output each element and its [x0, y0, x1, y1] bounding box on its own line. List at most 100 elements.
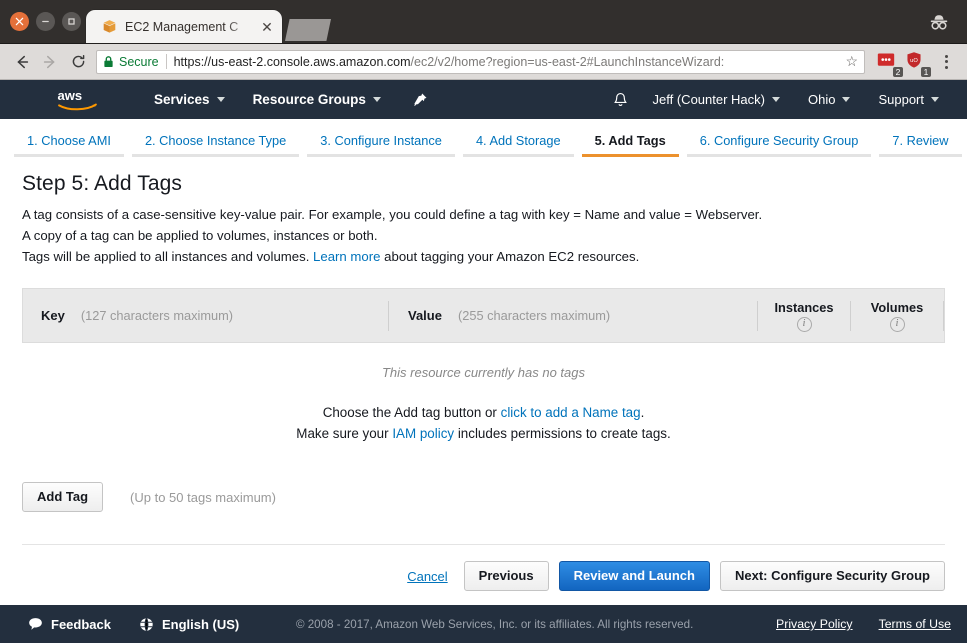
aws-footer: Feedback English (US) © 2008 - 2017, Ama…	[0, 605, 967, 643]
key-label: Key	[41, 308, 65, 323]
key-hint: (127 characters maximum)	[80, 308, 234, 323]
address-bar[interactable]: Secure https://us-east-2.console.aws.ama…	[96, 49, 865, 74]
title-bar: EC2 Management C ✕	[0, 0, 967, 44]
copyright-text: © 2008 - 2017, Amazon Web Services, Inc.…	[295, 617, 694, 631]
secure-label: Secure	[119, 54, 159, 69]
value-column-header: Value (255 characters maximum)	[389, 308, 757, 323]
step-4-add-storage[interactable]: 4. Add Storage	[462, 127, 574, 157]
chevron-down-icon	[771, 97, 780, 102]
volumes-label: Volumes	[870, 299, 924, 315]
next-configure-security-group-button[interactable]: Next: Configure Security Group	[719, 561, 945, 591]
cancel-button[interactable]: Cancel	[407, 569, 447, 584]
empty-instruction-line-1: Choose the Add tag button or click to ad…	[22, 402, 945, 423]
kebab-menu-icon[interactable]	[935, 50, 957, 74]
tab-title: EC2 Management C	[125, 19, 239, 34]
add-tag-row: Add Tag (Up to 50 tags maximum)	[22, 482, 945, 512]
description-line-3: Tags will be applied to all instances an…	[22, 246, 945, 267]
empty-instruction-line-2: Make sure your IAM policy includes permi…	[22, 423, 945, 444]
review-and-launch-button[interactable]: Review and Launch	[558, 561, 710, 591]
maximize-window-button[interactable]	[62, 12, 81, 31]
step-2-choose-instance-type[interactable]: 2. Choose Instance Type	[131, 127, 300, 157]
key-column-header: Key (127 characters maximum)	[23, 308, 388, 323]
extension-badge: 1	[921, 66, 931, 77]
resource-groups-menu[interactable]: Resource Groups	[239, 80, 395, 119]
tab-strip: EC2 Management C ✕	[86, 10, 331, 43]
aws-logo-icon[interactable]: aws	[56, 86, 102, 114]
url-host: https://us-east-2.console.aws.amazon.com	[173, 54, 411, 69]
language-selector[interactable]: English (US)	[139, 617, 239, 632]
volumes-column-header: Volumes i	[851, 300, 943, 332]
chevron-down-icon	[372, 97, 381, 102]
description-line-3-post: about tagging your Amazon EC2 resources.	[384, 249, 640, 264]
lock-icon	[103, 55, 114, 68]
instances-column-header: Instances i	[758, 300, 850, 332]
browser-window: EC2 Management C ✕ Secure https://us-eas…	[0, 0, 967, 643]
incognito-icon	[927, 11, 951, 33]
feedback-link[interactable]: Feedback	[28, 617, 111, 632]
step-3-configure-instance[interactable]: 3. Configure Instance	[307, 127, 455, 157]
new-tab-icon[interactable]	[285, 19, 331, 41]
box-icon	[102, 19, 117, 34]
account-menu[interactable]: Jeff (Counter Hack)	[639, 92, 794, 107]
support-label: Support	[878, 92, 924, 107]
terms-of-use-link[interactable]: Terms of Use	[879, 617, 951, 631]
bell-icon[interactable]	[612, 91, 629, 109]
iam-policy-link[interactable]: IAM policy	[392, 426, 454, 441]
support-menu[interactable]: Support	[864, 92, 953, 107]
add-tag-hint: (Up to 50 tags maximum)	[130, 489, 276, 505]
wizard-steps: 1. Choose AMI 2. Choose Instance Type 3.…	[0, 119, 967, 157]
url-path: /ec2/v2/home?region=us-east-2#LaunchInst…	[410, 54, 725, 69]
reload-icon[interactable]	[64, 48, 92, 76]
language-label: English (US)	[161, 616, 240, 632]
chevron-down-icon	[842, 97, 851, 102]
chevron-down-icon	[931, 97, 939, 102]
aws-nav-right: Jeff (Counter Hack) Ohio Support	[612, 91, 953, 109]
svg-text:uO: uO	[910, 57, 918, 63]
region-label: Ohio	[807, 92, 836, 107]
add-tag-button[interactable]: Add Tag	[22, 482, 104, 512]
shield-extension-icon[interactable]: uO 1	[905, 51, 931, 77]
learn-more-link[interactable]: Learn more	[313, 249, 380, 264]
close-icon[interactable]: ✕	[258, 18, 276, 36]
step-7-review[interactable]: 7. Review	[879, 127, 962, 157]
privacy-policy-link[interactable]: Privacy Policy	[776, 617, 853, 631]
back-arrow-icon[interactable]	[8, 48, 36, 76]
add-name-tag-link[interactable]: click to add a Name tag	[501, 405, 641, 420]
value-hint: (255 characters maximum)	[457, 308, 611, 323]
close-window-button[interactable]	[10, 12, 29, 31]
empty-line-2-post: includes permissions to create tags.	[457, 426, 671, 441]
svg-text:aws: aws	[58, 88, 83, 103]
ellipsis-extension-icon[interactable]: 2	[877, 51, 903, 77]
empty-line-1-post: .	[640, 405, 645, 420]
services-menu[interactable]: Services	[140, 80, 239, 119]
minimize-window-button[interactable]	[36, 12, 55, 31]
description-line-2: A copy of a tag can be applied to volume…	[22, 228, 378, 243]
account-label: Jeff (Counter Hack)	[652, 92, 765, 107]
info-icon[interactable]: i	[889, 316, 905, 332]
step-5-add-tags[interactable]: 5. Add Tags	[581, 127, 679, 157]
forward-arrow-icon	[36, 48, 64, 76]
step-1-choose-ami[interactable]: 1. Choose AMI	[14, 127, 124, 157]
description-line-3-pre: Tags will be applied to all instances an…	[22, 249, 310, 264]
browser-tab[interactable]: EC2 Management C ✕	[86, 10, 282, 43]
column-divider	[943, 300, 944, 331]
extension-badge: 2	[893, 66, 903, 77]
empty-state: This resource currently has no tags Choo…	[22, 343, 945, 444]
value-label: Value	[408, 308, 442, 323]
speech-bubble-icon	[28, 617, 43, 631]
wizard-actions: Cancel Previous Review and Launch Next: …	[22, 545, 945, 605]
star-icon[interactable]: ☆	[839, 53, 858, 70]
aws-console-page: aws Services Resource Groups Jeff (Count…	[0, 80, 967, 643]
omnibox-divider	[165, 54, 167, 69]
tags-table-header: Key (127 characters maximum) Value (255 …	[22, 288, 945, 343]
pin-icon[interactable]	[413, 92, 428, 107]
empty-state-instructions: Choose the Add tag button or click to ad…	[22, 402, 945, 444]
previous-button[interactable]: Previous	[463, 561, 549, 591]
aws-top-nav: aws Services Resource Groups Jeff (Count…	[0, 80, 967, 119]
chevron-down-icon	[216, 97, 225, 102]
region-menu[interactable]: Ohio	[794, 92, 864, 107]
info-icon[interactable]: i	[796, 316, 812, 332]
globe-icon	[139, 617, 154, 632]
step-6-configure-security-group[interactable]: 6. Configure Security Group	[686, 127, 872, 157]
